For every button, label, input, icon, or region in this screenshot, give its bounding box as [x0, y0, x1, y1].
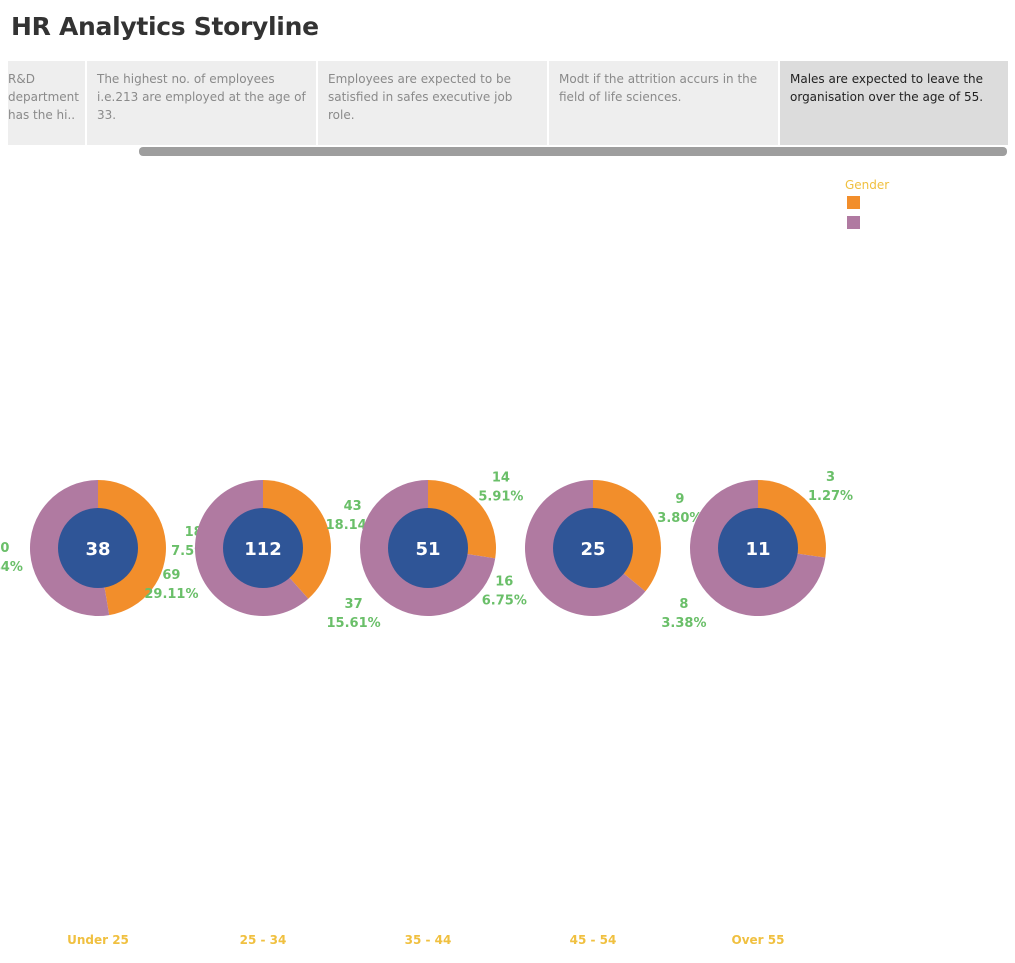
- segment-b-value-label: 8: [679, 597, 688, 612]
- segment-a-percent-label: 5.91%: [478, 490, 523, 505]
- donut-chart: 38187.59%208.44%Under 251124318.14%6929.…: [0, 470, 853, 947]
- segment-b-percent-label: 29.11%: [144, 587, 198, 602]
- category-axis-label: 25 - 34: [240, 933, 287, 947]
- segment-a-value-label: 43: [344, 499, 362, 514]
- segment-b-value-label: 37: [345, 597, 363, 612]
- segment-a-value-label: 9: [675, 492, 684, 507]
- segment-b-value-label: 69: [162, 568, 180, 583]
- segment-a-value-label: 14: [492, 471, 510, 486]
- category-axis-label: Over 55: [732, 933, 785, 947]
- segment-b-value-label: 20: [0, 541, 9, 556]
- segment-b-percent-label: 6.75%: [482, 594, 527, 609]
- donut-total-label: 51: [415, 539, 440, 560]
- donut-total-label: 25: [580, 539, 605, 560]
- segment-b-percent-label: 3.38%: [661, 616, 706, 631]
- donut-total-label: 112: [244, 539, 282, 560]
- segment-b-value-label: 16: [495, 575, 513, 590]
- segment-b-percent-label: 15.61%: [327, 616, 381, 631]
- donut-total-label: 38: [85, 539, 110, 560]
- donut-total-label: 11: [745, 539, 770, 560]
- segment-b-percent-label: 8.44%: [0, 560, 23, 575]
- category-axis-label: 45 - 54: [570, 933, 617, 947]
- segment-a-value-label: 3: [826, 470, 835, 485]
- segment-a-percent-label: 1.27%: [808, 489, 853, 504]
- category-axis-label: 35 - 44: [405, 933, 452, 947]
- category-axis-label: Under 25: [67, 933, 129, 947]
